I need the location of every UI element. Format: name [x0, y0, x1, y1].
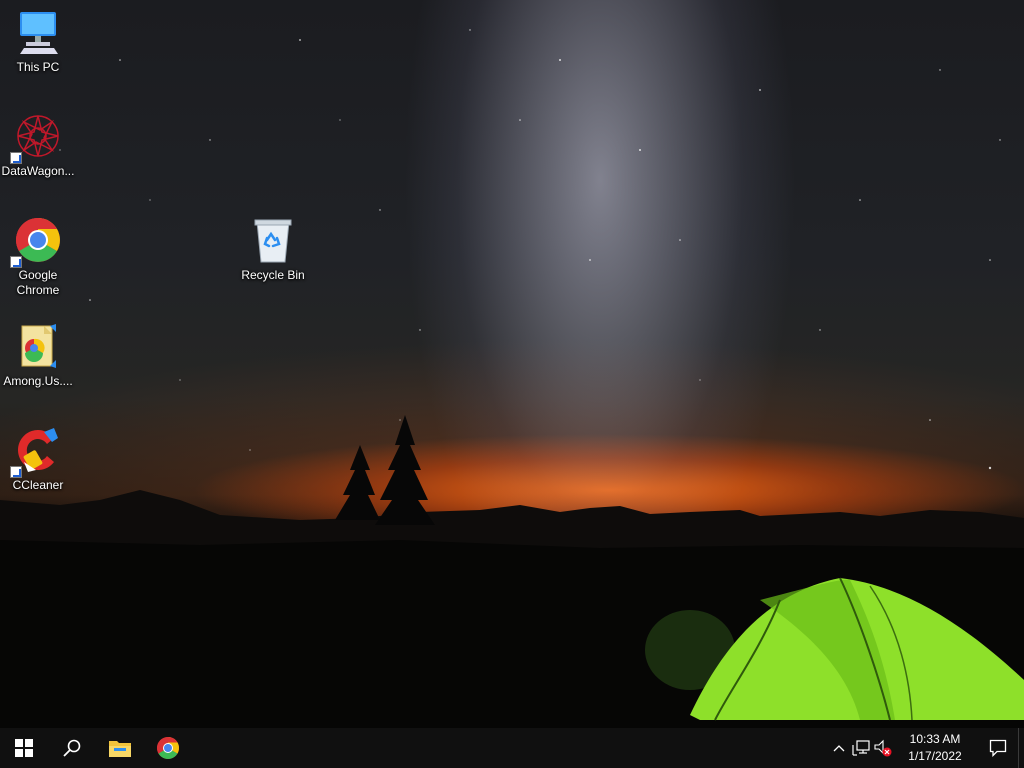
datawagon-icon	[10, 112, 62, 164]
volume-muted-icon	[874, 739, 892, 757]
chrome-icon	[10, 216, 62, 268]
shortcut-arrow-icon	[10, 466, 22, 478]
among-us-file-icon	[14, 322, 62, 370]
recycle-bin-icon	[249, 216, 297, 264]
shortcut-arrow-icon	[10, 152, 22, 164]
pine-trees	[335, 415, 435, 525]
desktop-icon-google-chrome[interactable]: Google Chrome	[0, 216, 76, 298]
file-explorer-icon	[109, 741, 131, 757]
action-center-button[interactable]	[978, 728, 1018, 768]
clock-date: 1/17/2022	[908, 749, 962, 763]
show-desktop-button[interactable]	[1018, 728, 1024, 768]
windows-start-icon	[15, 739, 33, 757]
system-tray: 10:33 AM 1/17/2022	[828, 728, 1024, 768]
shortcut-arrow-icon	[10, 256, 22, 268]
clock-time: 10:33 AM	[909, 732, 961, 746]
desktop-icon-label: This PC	[16, 60, 60, 74]
desktop-icon-label: CCleaner	[12, 478, 64, 492]
taskbar: 10:33 AM 1/17/2022	[0, 728, 1024, 768]
taskbar-clock[interactable]: 10:33 AM 1/17/2022	[900, 731, 970, 765]
desktop-icon-label: Google Chrome	[16, 268, 60, 297]
chrome-icon	[157, 737, 179, 759]
network-icon	[852, 740, 870, 756]
desktop-icon-recycle-bin[interactable]: Recycle Bin	[235, 216, 311, 283]
stars	[59, 29, 1001, 470]
search-button[interactable]	[48, 728, 96, 768]
ccleaner-icon	[10, 426, 62, 478]
start-button[interactable]	[0, 728, 48, 768]
wallpaper-scene	[0, 29, 1024, 728]
desktop-icon-ccleaner[interactable]: CCleaner	[0, 426, 76, 493]
desktop-icon-label: Recycle Bin	[241, 268, 305, 282]
desktop-icon-among-us[interactable]: Among.Us....	[0, 322, 76, 389]
taskbar-chrome[interactable]	[144, 728, 192, 768]
desktop-icon-label: DataWagon...	[1, 164, 75, 178]
desktop-icon-this-pc[interactable]: This PC	[0, 8, 76, 75]
desktop-icon-label: Among.Us....	[3, 374, 73, 388]
network-button[interactable]	[850, 728, 872, 768]
action-center-icon	[989, 739, 1007, 757]
desktop-wallpaper	[0, 0, 1024, 728]
chevron-up-icon	[833, 745, 845, 752]
desktop-icon-datawagon[interactable]: DataWagon...	[0, 112, 76, 179]
show-hidden-icons-button[interactable]	[828, 728, 850, 768]
computer-icon	[14, 8, 62, 56]
volume-button[interactable]	[872, 728, 894, 768]
search-icon	[63, 739, 81, 757]
taskbar-file-explorer[interactable]	[96, 728, 144, 768]
